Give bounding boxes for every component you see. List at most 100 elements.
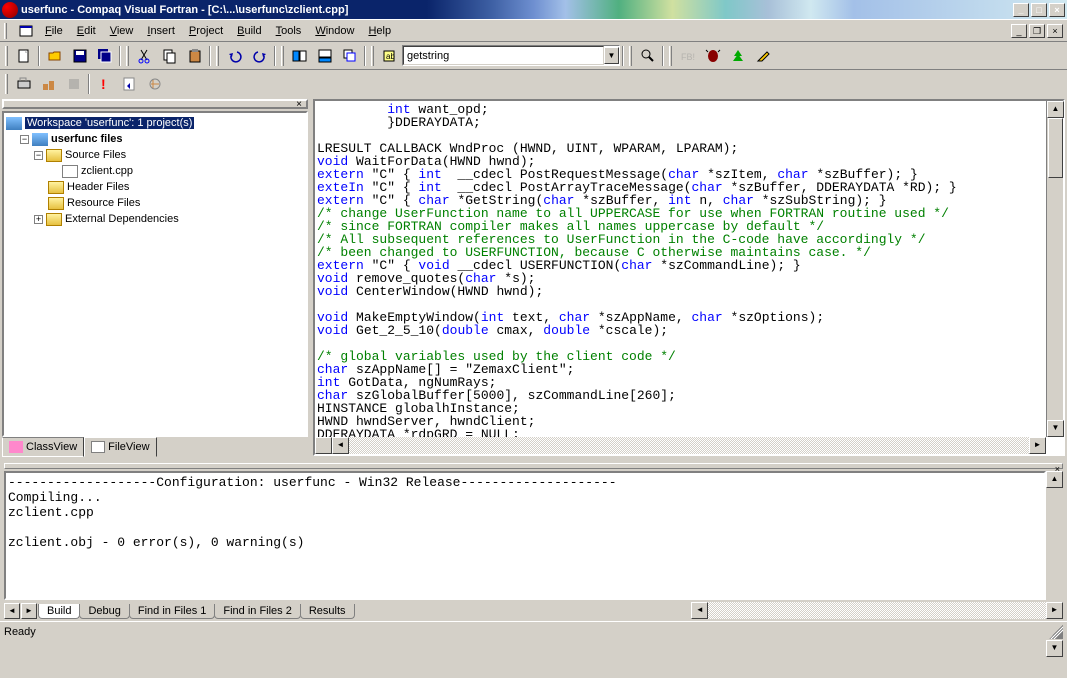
menu-insert[interactable]: Insert <box>140 23 182 39</box>
go-button[interactable] <box>118 73 141 95</box>
tree-file-zclient[interactable]: zclient.cpp <box>62 163 304 179</box>
grip[interactable] <box>281 46 284 66</box>
workspace-button[interactable] <box>288 45 311 67</box>
tab-scroll-right[interactable]: ► <box>21 603 37 619</box>
workspace-panel: × Workspace 'userfunc': 1 project(s) −us… <box>0 97 313 458</box>
tab-fileview[interactable]: FileView <box>84 437 156 457</box>
tab-scroll-left[interactable]: ◄ <box>4 603 20 619</box>
scroll-thumb[interactable] <box>1048 118 1063 178</box>
split-button[interactable] <box>315 437 332 454</box>
tree-workspace-node[interactable]: Workspace 'userfunc': 1 project(s) <box>6 115 304 131</box>
output-hscroll-track[interactable] <box>708 602 1046 619</box>
expand-icon[interactable]: + <box>34 215 43 224</box>
grip[interactable] <box>629 46 632 66</box>
output-button[interactable] <box>313 45 336 67</box>
paste-button[interactable] <box>183 45 206 67</box>
output-hscroll-right[interactable]: ► <box>1046 602 1063 619</box>
open-button[interactable] <box>43 45 66 67</box>
find-button[interactable] <box>636 45 659 67</box>
scroll-right-button[interactable]: ► <box>1029 437 1046 454</box>
scroll-down-button[interactable]: ▼ <box>1047 420 1064 437</box>
output-tab-find-in-files-1[interactable]: Find in Files 1 <box>129 604 215 619</box>
resize-grip[interactable] <box>1049 625 1063 639</box>
minimize-button[interactable]: _ <box>1013 3 1029 17</box>
horizontal-scrollbar[interactable]: ◄ ► <box>315 437 1046 454</box>
menu-tools[interactable]: Tools <box>269 23 309 39</box>
collapse-icon[interactable]: − <box>20 135 29 144</box>
output-panel-header[interactable]: × <box>4 463 1063 469</box>
panel-header[interactable]: × <box>2 99 308 109</box>
grip[interactable] <box>5 74 8 94</box>
scroll-track[interactable] <box>349 437 1029 454</box>
output-hscroll-left[interactable]: ◄ <box>691 602 708 619</box>
compile-button[interactable] <box>12 73 35 95</box>
tab-classview[interactable]: ClassView <box>2 437 84 457</box>
scroll-down-button[interactable]: ▼ <box>1046 640 1063 657</box>
scroll-left-button[interactable]: ◄ <box>332 437 349 454</box>
scroll-up-button[interactable]: ▲ <box>1046 471 1063 488</box>
copy-button[interactable] <box>158 45 181 67</box>
tree-folder-source[interactable]: −Source Files <box>34 147 304 163</box>
cut-button[interactable] <box>133 45 156 67</box>
output-text[interactable]: -------------------Configuration: userfu… <box>4 471 1046 600</box>
edit-button[interactable] <box>751 45 774 67</box>
output-tab-results[interactable]: Results <box>300 604 355 619</box>
menu-project[interactable]: Project <box>182 23 230 39</box>
undo-button[interactable] <box>223 45 246 67</box>
scroll-up-button[interactable]: ▲ <box>1047 101 1064 118</box>
grip[interactable] <box>669 46 672 66</box>
mdi-minimize-button[interactable]: _ <box>1011 24 1027 38</box>
stop-build-button[interactable] <box>62 73 85 95</box>
redo-button[interactable] <box>248 45 271 67</box>
mdi-close-button[interactable]: × <box>1047 24 1063 38</box>
grip[interactable] <box>371 46 374 66</box>
save-button[interactable] <box>68 45 91 67</box>
menu-build[interactable]: Build <box>230 23 268 39</box>
find-combo[interactable]: getstring ▼ <box>402 45 620 66</box>
code-text[interactable]: int want_opd; }DDERAYDATA; LRESULT CALLB… <box>315 101 1063 454</box>
dropdown-arrow-icon[interactable]: ▼ <box>604 47 619 64</box>
source-browser-button: FB! <box>676 45 699 67</box>
code-editor[interactable]: int want_opd; }DDERAYDATA; LRESULT CALLB… <box>313 99 1065 456</box>
output-tab-find-in-files-2[interactable]: Find in Files 2 <box>214 604 300 619</box>
app-menu-icon[interactable] <box>14 20 37 42</box>
tree-folder-resource[interactable]: Resource Files <box>48 195 304 211</box>
folder-icon <box>48 181 64 194</box>
build-button[interactable] <box>37 73 60 95</box>
breakpoint-button[interactable] <box>143 73 166 95</box>
close-button[interactable]: × <box>1049 3 1065 17</box>
vertical-scrollbar[interactable]: ▲ ▼ <box>1046 101 1063 437</box>
collapse-icon[interactable]: − <box>34 151 43 160</box>
grip[interactable] <box>4 23 7 39</box>
panel-close-icon[interactable]: × <box>294 99 304 110</box>
output-tab-debug[interactable]: Debug <box>79 604 129 619</box>
find-context-button[interactable]: ab <box>378 45 401 67</box>
tree-folder-external[interactable]: +External Dependencies <box>34 211 304 227</box>
menu-file[interactable]: File <box>38 23 70 39</box>
menu-window[interactable]: Window <box>308 23 361 39</box>
grip[interactable] <box>126 46 129 66</box>
folder-icon <box>46 213 62 226</box>
save-all-button[interactable] <box>93 45 116 67</box>
debug-button[interactable] <box>701 45 724 67</box>
menu-edit[interactable]: Edit <box>70 23 103 39</box>
mdi-restore-button[interactable]: ❐ <box>1029 24 1045 38</box>
maximize-button[interactable]: □ <box>1031 3 1047 17</box>
panel-close-icon[interactable]: × <box>1053 464 1062 468</box>
output-panel: × -------------------Configuration: user… <box>0 458 1067 621</box>
tree-view-button[interactable] <box>726 45 749 67</box>
workspace-tabs: ClassView FileView <box>2 437 308 458</box>
workspace-tree[interactable]: Workspace 'userfunc': 1 project(s) −user… <box>2 111 308 437</box>
new-file-button[interactable] <box>12 45 35 67</box>
output-tab-build[interactable]: Build <box>38 604 80 619</box>
output-vscroll[interactable]: ▲ ▼ <box>1046 471 1063 600</box>
tree-project-node[interactable]: −userfunc files <box>20 131 304 147</box>
menu-view[interactable]: View <box>103 23 141 39</box>
execute-button[interactable]: ! <box>93 73 116 95</box>
fileview-icon <box>91 441 105 453</box>
tree-folder-header[interactable]: Header Files <box>48 179 304 195</box>
menu-help[interactable]: Help <box>361 23 398 39</box>
window-list-button[interactable] <box>338 45 361 67</box>
grip[interactable] <box>5 46 8 66</box>
grip[interactable] <box>216 46 219 66</box>
